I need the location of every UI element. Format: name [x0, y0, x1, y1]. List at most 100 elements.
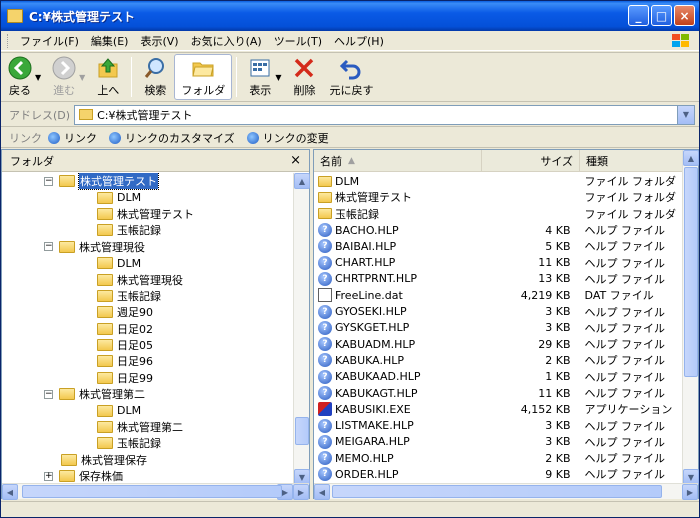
file-row[interactable]: 株式管理テスト ファイル フォルダ	[314, 189, 682, 205]
tree-item[interactable]: − 株式管理現役	[2, 239, 294, 255]
collapse-icon[interactable]: −	[44, 176, 53, 186]
link-customize[interactable]: リンクのカスタマイズ	[109, 130, 235, 146]
tree-item[interactable]: 玉帳記録	[2, 222, 294, 238]
tree-item[interactable]: + 保存株価	[2, 468, 294, 484]
back-dropdown-icon[interactable]: ▼	[35, 73, 41, 82]
file-row[interactable]: ? CHART.HLP 11 KB ヘルプ ファイル	[314, 254, 682, 270]
menu-tools[interactable]: ツール(T)	[268, 33, 328, 49]
scroll-thumb[interactable]	[684, 167, 698, 377]
address-dropdown-button[interactable]: ▼	[677, 105, 694, 124]
address-input[interactable]: C:¥株式管理テスト ▼	[74, 104, 695, 125]
file-list-horizontal-scrollbar[interactable]: ◀ ▶	[314, 483, 698, 500]
file-list-pane: 名前 ▲ サイズ 種類 DLM ファイル フォルダ 株式管理テスト ファイル フォルダ…	[313, 149, 699, 500]
file-size: 3 KB	[545, 435, 571, 449]
file-row[interactable]: ? MEIGARA.HLP 3 KB ヘルプ ファイル	[314, 434, 682, 450]
folders-button[interactable]: フォルダ	[174, 54, 233, 100]
minimize-button[interactable]: _	[628, 5, 649, 26]
views-dropdown-icon[interactable]: ▼	[275, 73, 281, 82]
maximize-button[interactable]: □	[651, 5, 672, 26]
views-button[interactable]: 表示	[241, 54, 279, 100]
tree-item[interactable]: DLM	[2, 402, 294, 418]
tree-item[interactable]: 玉帳記録	[2, 435, 294, 451]
scroll-up-button[interactable]: ▲	[683, 150, 699, 166]
tree-item[interactable]: 日足05	[2, 337, 294, 353]
scroll-thumb[interactable]	[295, 417, 309, 445]
collapse-icon[interactable]: −	[44, 389, 53, 399]
undo-label: 元に戻す	[329, 84, 374, 97]
file-row[interactable]: DLM ファイル フォルダ	[314, 173, 682, 189]
menu-help[interactable]: ヘルプ(H)	[328, 33, 390, 49]
tree-item[interactable]: 週足90	[2, 304, 294, 320]
file-row[interactable]: ? MEMO.HLP 2 KB ヘルプ ファイル	[314, 450, 682, 466]
links-bar: リンク リンク リンクのカスタマイズ リンクの変更	[1, 128, 699, 148]
forward-button[interactable]: 進む	[45, 54, 83, 100]
tree-item[interactable]: DLM	[2, 189, 294, 205]
folder-tree-horizontal-scrollbar[interactable]: ◀ ▶ ▶	[2, 483, 309, 500]
delete-button[interactable]: 削除	[285, 54, 323, 100]
tree-item[interactable]: 株式管理現役	[2, 271, 294, 287]
tree-item[interactable]: 株式管理保存	[2, 452, 294, 468]
column-header-size[interactable]: サイズ	[482, 150, 580, 172]
scroll-right-end-button[interactable]: ▶	[293, 484, 309, 500]
forward-dropdown-icon[interactable]: ▼	[79, 73, 85, 82]
back-button[interactable]: 戻る	[1, 54, 39, 100]
tree-item[interactable]: DLM	[2, 255, 294, 271]
scroll-up-button[interactable]: ▲	[294, 173, 310, 189]
ie-icon	[48, 131, 60, 144]
file-list-vertical-scrollbar[interactable]: ▲ ▼	[682, 150, 699, 485]
column-header-type[interactable]: 種類	[580, 150, 684, 172]
file-row[interactable]: FreeLine.dat 4,219 KB DAT ファイル	[314, 287, 682, 303]
tree-item[interactable]: − 株式管理テスト	[2, 173, 294, 191]
folder-icon	[97, 224, 113, 237]
tree-item[interactable]: 日足96	[2, 353, 294, 369]
tree-item[interactable]: 株式管理テスト	[2, 206, 294, 222]
undo-button[interactable]: 元に戻す	[323, 54, 379, 100]
column-header-name[interactable]: 名前 ▲	[314, 150, 482, 172]
file-row[interactable]: ? GYOSEKI.HLP 3 KB ヘルプ ファイル	[314, 303, 682, 319]
file-row[interactable]: ? BAIBAI.HLP 5 KB ヘルプ ファイル	[314, 238, 682, 254]
title-bar[interactable]: C:¥株式管理テスト _ □ ×	[1, 1, 699, 31]
tree-item[interactable]: 玉帳記録	[2, 288, 294, 304]
file-row[interactable]: ? CHRTPRNT.HLP 13 KB ヘルプ ファイル	[314, 271, 682, 287]
tree-item-label: 日足02	[117, 322, 153, 336]
file-row[interactable]: 玉帳記録 ファイル フォルダ	[314, 206, 682, 222]
tree-item-label: 株式管理第二	[79, 388, 145, 402]
link-label: リンクのカスタマイズ	[125, 131, 235, 145]
help-file-icon: ?	[318, 369, 332, 384]
scroll-thumb[interactable]	[332, 485, 662, 498]
link-links[interactable]: リンク	[48, 130, 97, 146]
file-row[interactable]: ? KABUADM.HLP 29 KB ヘルプ ファイル	[314, 336, 682, 352]
menu-view[interactable]: 表示(V)	[134, 33, 184, 49]
expand-icon[interactable]: +	[44, 471, 53, 481]
ie-icon	[246, 131, 259, 144]
link-change[interactable]: リンクの変更	[246, 130, 329, 146]
file-row[interactable]: ? GYSKGET.HLP 3 KB ヘルプ ファイル	[314, 320, 682, 336]
close-button[interactable]: ×	[674, 5, 695, 26]
collapse-icon[interactable]: −	[44, 242, 53, 252]
scroll-left-button[interactable]: ◀	[2, 484, 18, 500]
close-pane-icon[interactable]: ×	[290, 153, 301, 168]
scroll-right-button[interactable]: ▶	[682, 484, 698, 500]
file-row[interactable]: ? KABUKAAD.HLP 1 KB ヘルプ ファイル	[314, 369, 682, 385]
folder-tree-vertical-scrollbar[interactable]: ▲ ▼	[293, 173, 310, 485]
file-row[interactable]: ? LISTMAKE.HLP 3 KB ヘルプ ファイル	[314, 417, 682, 433]
search-button[interactable]: 検索	[136, 54, 174, 100]
scroll-thumb[interactable]	[22, 485, 282, 498]
tree-item[interactable]: − 株式管理第二	[2, 386, 294, 402]
file-list: DLM ファイル フォルダ 株式管理テスト ファイル フォルダ 玉帳記録 ファイル フォル…	[314, 173, 682, 485]
file-row[interactable]: ? KABUKA.HLP 2 KB ヘルプ ファイル	[314, 352, 682, 368]
file-row[interactable]: KABUSIKI.EXE 4,152 KB アプリケーション	[314, 401, 682, 417]
file-name: BAIBAI.HLP	[335, 239, 397, 253]
file-row[interactable]: ? BACHO.HLP 4 KB ヘルプ ファイル	[314, 222, 682, 238]
menu-favorites[interactable]: お気に入り(A)	[185, 33, 268, 49]
menu-edit[interactable]: 編集(E)	[85, 33, 135, 49]
tree-item[interactable]: 株式管理第二	[2, 419, 294, 435]
file-row[interactable]: ? ORDER.HLP 9 KB ヘルプ ファイル	[314, 466, 682, 482]
menu-file[interactable]: ファイル(F)	[14, 33, 85, 49]
tree-item[interactable]: 日足99	[2, 370, 294, 386]
up-button[interactable]: 上へ	[89, 54, 127, 100]
tree-item[interactable]: 日足02	[2, 321, 294, 337]
file-row[interactable]: ? KABUKAGT.HLP 11 KB ヘルプ ファイル	[314, 385, 682, 401]
folder-icon	[97, 191, 113, 204]
scroll-left-button[interactable]: ◀	[314, 484, 330, 500]
